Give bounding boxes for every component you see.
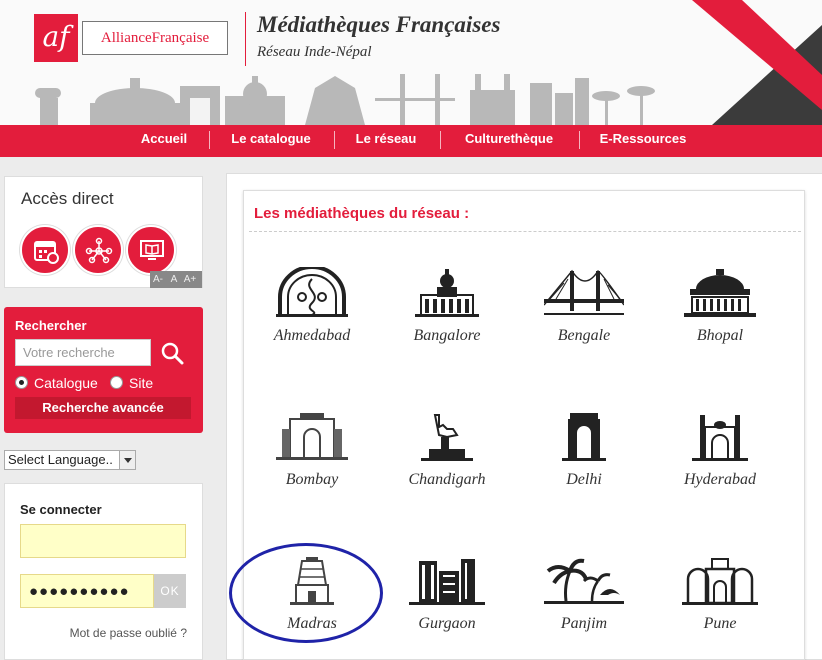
chevron-down-icon xyxy=(119,451,135,469)
city-hyderabad[interactable]: Hyderabad xyxy=(665,411,775,511)
af-badge: af xyxy=(34,14,78,62)
acces-direct-title: Accès direct xyxy=(21,189,114,208)
acces-direct-panel: Accès direct A- A A+ xyxy=(4,176,203,288)
login-panel: Se connecter OK Mot de passe oublié ? xyxy=(4,483,203,660)
network-icon xyxy=(85,237,113,264)
search-icon[interactable] xyxy=(160,341,184,365)
city-chandigarh[interactable]: Chandigarh xyxy=(392,411,502,511)
radio-catalogue-label: Catalogue xyxy=(34,375,98,391)
nav-accueil[interactable]: Accueil xyxy=(128,125,200,157)
bengal-bridge-icon xyxy=(544,269,624,315)
city-name-bhopal: Bhopal xyxy=(696,327,744,344)
radio-site[interactable] xyxy=(110,376,123,389)
book-screen-button[interactable] xyxy=(126,225,176,275)
city-ahmedabad[interactable]: Ahmedabad xyxy=(257,267,367,367)
nav-catalogue[interactable]: Le catalogue xyxy=(220,125,322,157)
language-select[interactable]: Select Language.. xyxy=(4,450,136,470)
alliance-francaise-logo[interactable]: af AllianceFrançaise xyxy=(34,14,244,64)
open-hand-monument-icon xyxy=(421,414,473,461)
book-screen-icon xyxy=(140,240,164,260)
nav-eressources[interactable]: E-Ressources xyxy=(590,125,696,157)
palm-beach-icon xyxy=(544,558,624,604)
nav-separator xyxy=(209,131,210,149)
city-name-madras: Madras xyxy=(287,615,337,632)
advanced-search-button[interactable]: Recherche avancée xyxy=(15,397,191,419)
charminar-icon xyxy=(692,415,748,461)
city-panjim[interactable]: Panjim xyxy=(529,555,639,655)
city-name-delhi: Delhi xyxy=(566,471,602,488)
search-panel: Rechercher Catalogue Site Recherche avan… xyxy=(4,307,203,433)
city-bombay[interactable]: Bombay xyxy=(257,411,367,511)
nav-separator xyxy=(440,131,441,149)
site-subtitle: Réseau Inde-Népal xyxy=(257,44,372,60)
network-card: Les médiathèques du réseau : Ahmedabad B… xyxy=(243,190,805,660)
city-name-bangalore: Bangalore xyxy=(413,327,481,344)
city-name-chandigarh: Chandigarh xyxy=(408,471,486,488)
username-field[interactable] xyxy=(20,524,186,558)
password-field[interactable] xyxy=(20,574,154,608)
bangalore-monument-icon xyxy=(415,269,479,317)
network-title: Les médiathèques du réseau : xyxy=(254,205,470,222)
search-input[interactable] xyxy=(15,339,151,366)
radio-catalogue[interactable] xyxy=(15,376,28,389)
nav-culturetheque[interactable]: Culturethèque xyxy=(450,125,568,157)
gateway-of-india-icon xyxy=(276,413,348,460)
city-name-bengale: Bengale xyxy=(557,327,611,344)
india-gate-icon xyxy=(562,413,606,461)
nav-separator xyxy=(579,131,580,149)
city-pune[interactable]: Pune xyxy=(665,555,775,655)
gurgaon-skyline-icon xyxy=(409,559,485,605)
city-name-hyderabad: Hyderabad xyxy=(684,471,756,488)
city-bengale[interactable]: Bengale xyxy=(529,267,639,367)
network-button[interactable] xyxy=(73,225,123,275)
language-select-value: Select Language.. xyxy=(8,452,113,467)
city-name-ahmedabad: Ahmedabad xyxy=(273,327,351,344)
city-name-pune: Pune xyxy=(703,615,737,632)
search-title: Rechercher xyxy=(15,318,87,333)
main-navigation: Accueil Le catalogue Le réseau Cultureth… xyxy=(0,125,822,157)
radio-site-label: Site xyxy=(129,375,154,391)
bhopal-monument-icon xyxy=(684,269,756,317)
calendar-icon xyxy=(34,241,59,264)
city-name-bombay: Bombay xyxy=(285,471,339,488)
city-bangalore[interactable]: Bangalore xyxy=(392,267,502,367)
site-header: af AllianceFrançaise Médiathèques França… xyxy=(0,0,822,125)
city-delhi[interactable]: Delhi xyxy=(529,411,639,511)
monuments-skyline-illustration xyxy=(35,74,655,125)
corner-decoration xyxy=(692,0,822,125)
nav-separator xyxy=(334,131,335,149)
site-title: Médiathèques Françaises xyxy=(257,12,501,37)
font-size-controls: A- A A+ xyxy=(150,271,202,288)
calendar-button[interactable] xyxy=(20,225,70,275)
nav-reseau[interactable]: Le réseau xyxy=(345,125,427,157)
pune-palace-icon xyxy=(682,558,758,605)
font-reset-button[interactable]: A xyxy=(166,271,182,288)
login-title: Se connecter xyxy=(20,502,102,517)
af-logo-name: AllianceFrançaise xyxy=(82,21,228,55)
header-divider xyxy=(245,12,246,66)
city-madras[interactable]: Madras xyxy=(257,555,367,655)
dashed-divider xyxy=(249,231,801,232)
font-decrease-button[interactable]: A- xyxy=(150,271,166,288)
city-gurgaon[interactable]: Gurgaon xyxy=(392,555,502,655)
font-increase-button[interactable]: A+ xyxy=(182,271,198,288)
gopuram-temple-icon xyxy=(290,557,334,605)
login-ok-button[interactable]: OK xyxy=(154,574,186,608)
city-name-panjim: Panjim xyxy=(560,615,608,632)
city-bhopal[interactable]: Bhopal xyxy=(665,267,775,367)
city-name-gurgaon: Gurgaon xyxy=(418,615,476,632)
ahmedabad-monument-icon xyxy=(276,267,348,317)
forgot-password-link[interactable]: Mot de passe oublié ? xyxy=(70,626,187,640)
